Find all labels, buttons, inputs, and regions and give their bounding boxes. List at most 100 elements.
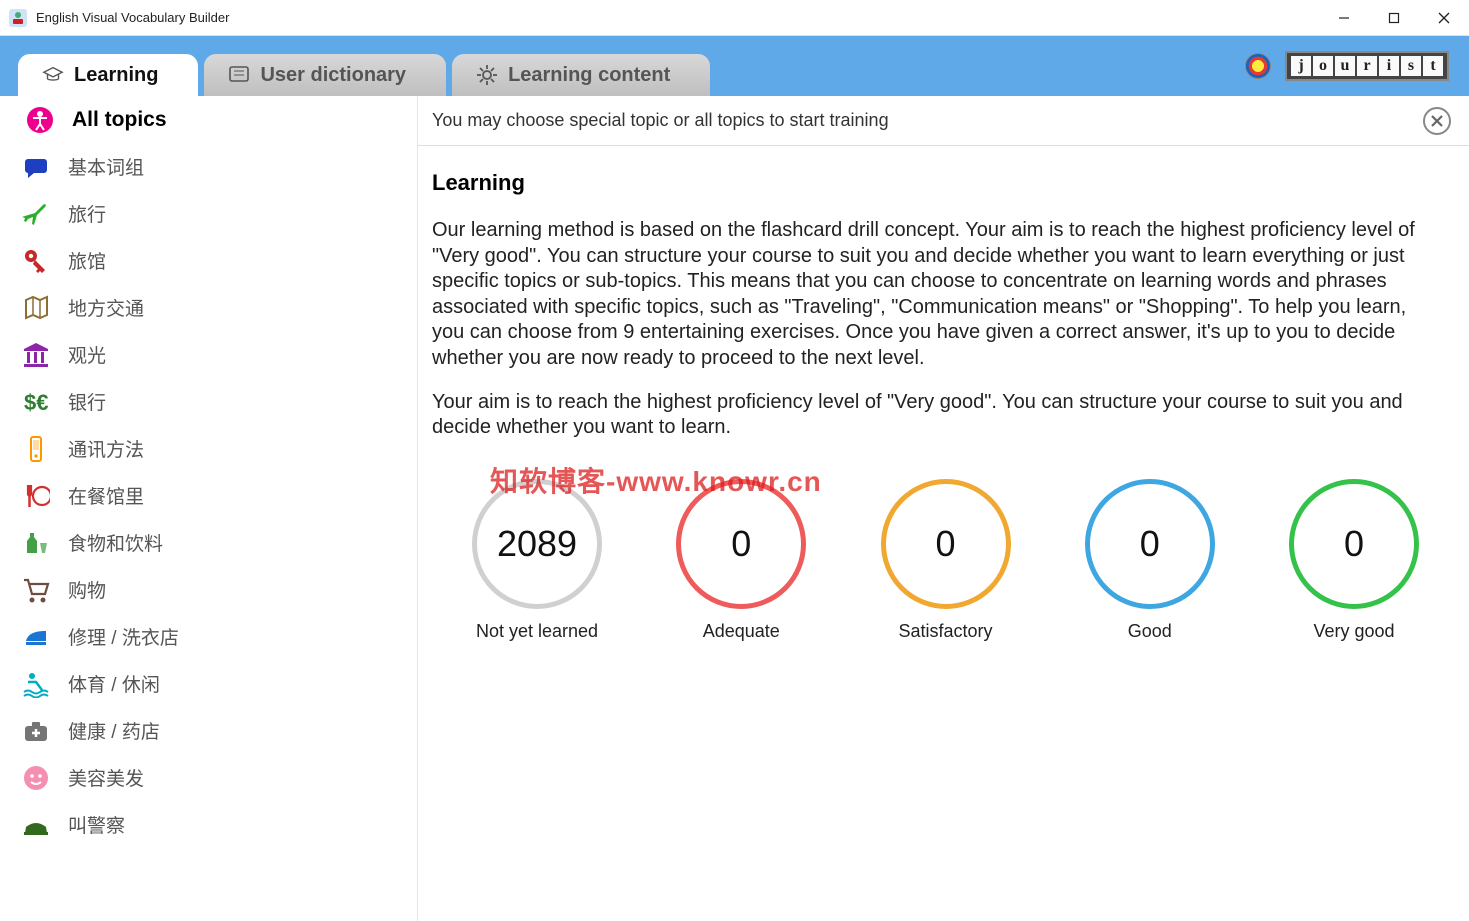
- sidebar-item[interactable]: 旅行: [0, 190, 417, 237]
- sidebar-item-label: 叫警察: [68, 811, 125, 838]
- map-icon: [22, 294, 50, 322]
- window-title: English Visual Vocabulary Builder: [36, 10, 1319, 25]
- main-panel: You may choose special topic or all topi…: [418, 96, 1469, 921]
- sidebar-item-label: 修理 / 洗衣店: [68, 623, 179, 650]
- close-instruction-button[interactable]: [1423, 107, 1451, 135]
- learning-description-1: Our learning method is based on the flas…: [432, 218, 1439, 372]
- svg-text:$€: $€: [24, 390, 48, 415]
- tab-label: User dictionary: [260, 64, 406, 87]
- sidebar-item[interactable]: 购物: [0, 566, 417, 613]
- dictionary-icon: [228, 64, 250, 86]
- stat-circle: 0: [1289, 479, 1419, 609]
- stat-item[interactable]: 0 Good: [1085, 479, 1215, 642]
- sidebar-item-label: 购物: [68, 576, 106, 603]
- sidebar-item[interactable]: 健康 / 药店: [0, 707, 417, 754]
- dollar-icon: $€: [22, 388, 50, 416]
- sidebar-item-label: 体育 / 休闲: [68, 670, 160, 697]
- sidebar-item-label: 食物和饮料: [68, 529, 163, 556]
- tabbar: Learning User dictionary Learning conten…: [0, 36, 1469, 96]
- logo-letter: u: [1335, 56, 1355, 76]
- tab-user-dictionary[interactable]: User dictionary: [204, 54, 446, 96]
- learning-heading: Learning: [432, 170, 1439, 196]
- sidebar-item[interactable]: 美容美发: [0, 754, 417, 801]
- titlebar: English Visual Vocabulary Builder: [0, 0, 1469, 36]
- sidebar-item[interactable]: All topics: [0, 96, 417, 143]
- tab-label: Learning: [74, 64, 158, 87]
- logo-letter: j: [1291, 56, 1311, 76]
- sidebar: All topics 基本词组旅行旅馆地方交通观光 $€ 银行通讯方法在餐馆里食物和饮…: [0, 96, 418, 921]
- accessibility-icon: [26, 106, 54, 134]
- speech-icon: [22, 153, 50, 181]
- stat-label: Satisfactory: [898, 621, 992, 642]
- sidebar-item-label: 通讯方法: [68, 435, 144, 462]
- stat-item[interactable]: 0 Very good: [1289, 479, 1419, 642]
- logo-letter: t: [1423, 56, 1443, 76]
- plane-icon: [22, 200, 50, 228]
- stats-row: 2089 Not yet learned 0 Adequate 0 Satisfactor…: [432, 459, 1439, 642]
- stat-circle: 0: [676, 479, 806, 609]
- stat-circle: 0: [1085, 479, 1215, 609]
- sidebar-item-label: 旅行: [68, 200, 106, 227]
- stat-circle: 2089: [472, 479, 602, 609]
- sidebar-item-label: 银行: [68, 388, 106, 415]
- sidebar-item[interactable]: 基本词组: [0, 143, 417, 190]
- sidebar-item[interactable]: $€ 银行: [0, 378, 417, 425]
- logo-letter: r: [1357, 56, 1377, 76]
- logo-letter: o: [1313, 56, 1333, 76]
- sidebar-item-label: 健康 / 药店: [68, 717, 160, 744]
- logo-letter: s: [1401, 56, 1421, 76]
- instruction-bar: You may choose special topic or all topi…: [418, 96, 1469, 146]
- tab-learning-content[interactable]: Learning content: [452, 54, 710, 96]
- sidebar-item[interactable]: 体育 / 休闲: [0, 660, 417, 707]
- sidebar-item[interactable]: 在餐馆里: [0, 472, 417, 519]
- sidebar-item-label: 美容美发: [68, 764, 144, 791]
- columns-icon: [22, 341, 50, 369]
- face-icon: [22, 764, 50, 792]
- app-icon: [8, 8, 28, 28]
- sidebar-item[interactable]: 通讯方法: [0, 425, 417, 472]
- bottle-icon: [22, 529, 50, 557]
- stat-label: Good: [1128, 621, 1172, 642]
- sidebar-item-label: 基本词组: [68, 153, 144, 180]
- sidebar-item[interactable]: 旅馆: [0, 237, 417, 284]
- close-button[interactable]: [1419, 0, 1469, 36]
- tab-learning[interactable]: Learning: [18, 54, 198, 96]
- main-body: Learning Our learning method is based on…: [418, 146, 1469, 662]
- graduation-cap-icon: [42, 64, 64, 86]
- gear-icon: [476, 64, 498, 86]
- sidebar-item-label: 旅馆: [68, 247, 106, 274]
- sidebar-item[interactable]: 修理 / 洗衣店: [0, 613, 417, 660]
- sidebar-item[interactable]: 食物和饮料: [0, 519, 417, 566]
- cart-icon: [22, 576, 50, 604]
- sidebar-item[interactable]: 叫警察: [0, 801, 417, 848]
- sidebar-item[interactable]: 地方交通: [0, 284, 417, 331]
- stat-label: Very good: [1313, 621, 1394, 642]
- language-flag-icon[interactable]: [1245, 53, 1271, 79]
- stat-circle: 0: [881, 479, 1011, 609]
- cutlery-icon: [22, 482, 50, 510]
- jourist-logo[interactable]: jourist: [1285, 51, 1449, 81]
- tab-label: Learning content: [508, 64, 670, 87]
- sidebar-item-label: All topics: [72, 108, 167, 132]
- minimize-button[interactable]: [1319, 0, 1369, 36]
- phone-icon: [22, 435, 50, 463]
- tabbar-right: jourist: [1245, 51, 1449, 81]
- stat-label: Adequate: [703, 621, 780, 642]
- sidebar-item-label: 观光: [68, 341, 106, 368]
- sidebar-item-label: 在餐馆里: [68, 482, 144, 509]
- key-icon: [22, 247, 50, 275]
- maximize-button[interactable]: [1369, 0, 1419, 36]
- logo-letter: i: [1379, 56, 1399, 76]
- window-controls: [1319, 0, 1469, 36]
- sidebar-item-label: 地方交通: [68, 294, 144, 321]
- iron-icon: [22, 623, 50, 651]
- medkit-icon: [22, 717, 50, 745]
- stat-item[interactable]: 0 Adequate: [676, 479, 806, 642]
- police-icon: [22, 811, 50, 839]
- sidebar-item[interactable]: 观光: [0, 331, 417, 378]
- pool-icon: [22, 670, 50, 698]
- stat-item[interactable]: 0 Satisfactory: [881, 479, 1011, 642]
- learning-description-2: Your aim is to reach the highest profici…: [432, 390, 1439, 441]
- stat-label: Not yet learned: [476, 621, 598, 642]
- stat-item[interactable]: 2089 Not yet learned: [472, 479, 602, 642]
